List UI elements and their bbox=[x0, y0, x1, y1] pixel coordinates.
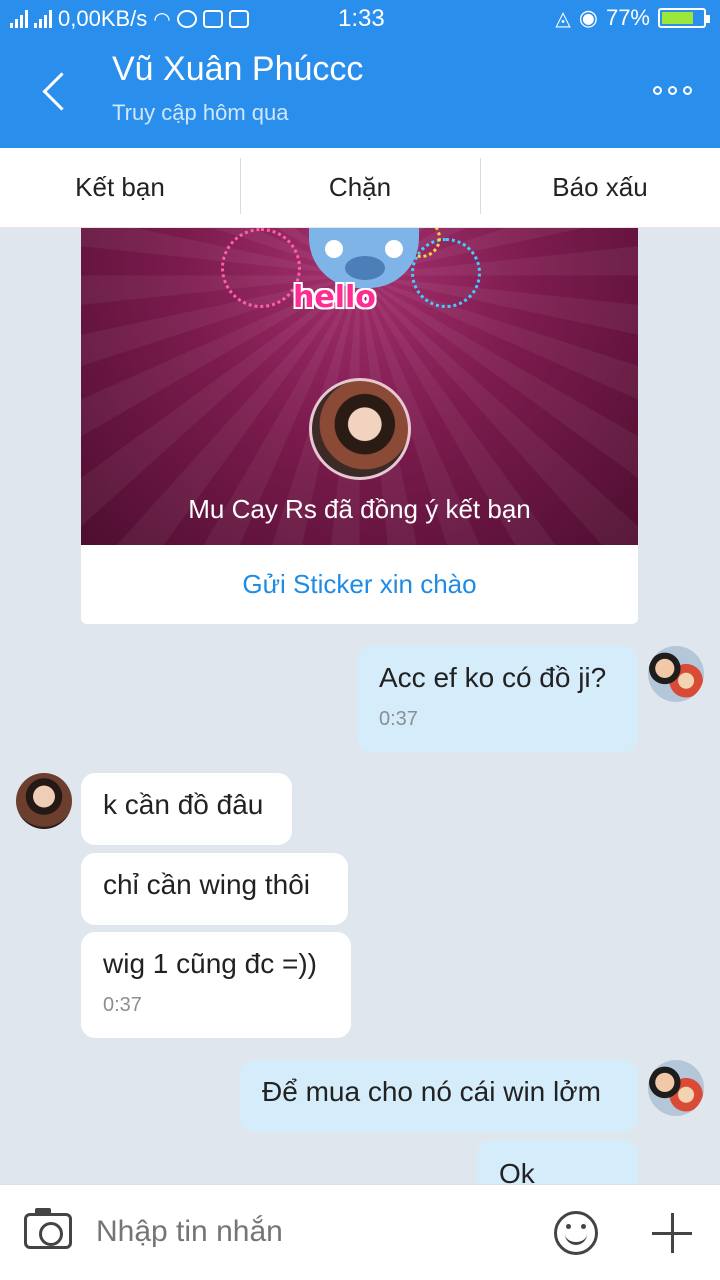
emoji-icon[interactable] bbox=[554, 1211, 598, 1255]
battery-fill bbox=[662, 12, 693, 24]
message-bubble[interactable]: wig 1 cũng đc =)) 0:37 bbox=[81, 932, 351, 1038]
signal-2-icon bbox=[34, 10, 52, 28]
more-options-icon[interactable] bbox=[653, 86, 692, 95]
friend-accepted-text: Mu Cay Rs đã đồng ý kết bạn bbox=[188, 494, 531, 524]
clock: 1:33 bbox=[338, 5, 385, 32]
notification-flag-icon bbox=[202, 10, 223, 28]
friend-accepted-card: hello Mu Cay Rs đã đồng ý kết bạn Gửi St… bbox=[81, 228, 638, 624]
message-input[interactable] bbox=[96, 1215, 526, 1249]
firework-left-icon bbox=[221, 228, 301, 308]
message-text: k cần đồ đâu bbox=[103, 789, 264, 820]
message-text: Acc ef ko có đồ ji? bbox=[379, 662, 607, 693]
message-time: 0:37 bbox=[379, 708, 418, 730]
message-bubble[interactable]: Để mua cho nó cái win lởm bbox=[240, 1060, 638, 1132]
silent-bell-icon: ◬ bbox=[555, 7, 571, 30]
battery-icon bbox=[658, 8, 710, 28]
net-speed: 0,00KB/s bbox=[58, 6, 148, 31]
message-time: 0:37 bbox=[103, 994, 142, 1016]
status-right: ◬ ◉ 77% bbox=[555, 5, 710, 31]
message-bubble[interactable]: Ok bbox=[477, 1140, 638, 1184]
message-text: wig 1 cũng đc =)) bbox=[103, 948, 317, 979]
camera-icon[interactable] bbox=[24, 1208, 72, 1249]
status-left: 0,00KB/s ◠ bbox=[10, 6, 249, 32]
message-input-bar bbox=[0, 1184, 720, 1280]
wifi-icon: ◠ bbox=[153, 8, 171, 31]
send-hello-sticker-link[interactable]: Gửi Sticker xin chào bbox=[81, 545, 638, 624]
chat-header: Vũ Xuân Phúccc Truy cập hôm qua bbox=[0, 36, 720, 148]
hello-sticker: hello bbox=[293, 280, 376, 315]
back-arrow-icon[interactable] bbox=[40, 72, 70, 112]
hello-banner: hello Mu Cay Rs đã đồng ý kết bạn bbox=[81, 228, 638, 545]
signal-icon bbox=[10, 10, 28, 28]
status-bar: 0,00KB/s ◠ 1:33 ◬ ◉ 77% bbox=[0, 0, 720, 36]
battery-percent: 77% bbox=[605, 5, 650, 30]
message-text: Ok bbox=[499, 1158, 535, 1184]
report-button[interactable]: Báo xấu bbox=[480, 158, 720, 214]
block-button[interactable]: Chặn bbox=[240, 158, 480, 214]
message-bubble[interactable]: chỉ cần wing thôi bbox=[81, 853, 348, 925]
contact-avatar[interactable] bbox=[16, 773, 72, 829]
message-text: Để mua cho nó cái win lởm bbox=[262, 1076, 601, 1107]
last-seen: Truy cập hôm qua bbox=[112, 100, 289, 125]
message-bubble[interactable]: k cần đồ đâu bbox=[81, 773, 292, 845]
facebook-icon bbox=[228, 10, 249, 28]
contact-action-bar: Kết bạn Chặn Báo xấu bbox=[0, 148, 720, 228]
friend-avatar bbox=[309, 378, 411, 480]
contact-name[interactable]: Vũ Xuân Phúccc bbox=[112, 50, 363, 89]
messenger-icon bbox=[176, 10, 197, 28]
my-avatar[interactable] bbox=[648, 646, 704, 702]
eye-icon: ◉ bbox=[578, 5, 598, 30]
message-bubble[interactable]: Acc ef ko có đồ ji? 0:37 bbox=[357, 646, 638, 752]
my-avatar[interactable] bbox=[648, 1060, 704, 1116]
plus-icon[interactable] bbox=[652, 1213, 692, 1253]
add-friend-button[interactable]: Kết bạn bbox=[0, 172, 240, 203]
message-text: chỉ cần wing thôi bbox=[103, 869, 311, 900]
